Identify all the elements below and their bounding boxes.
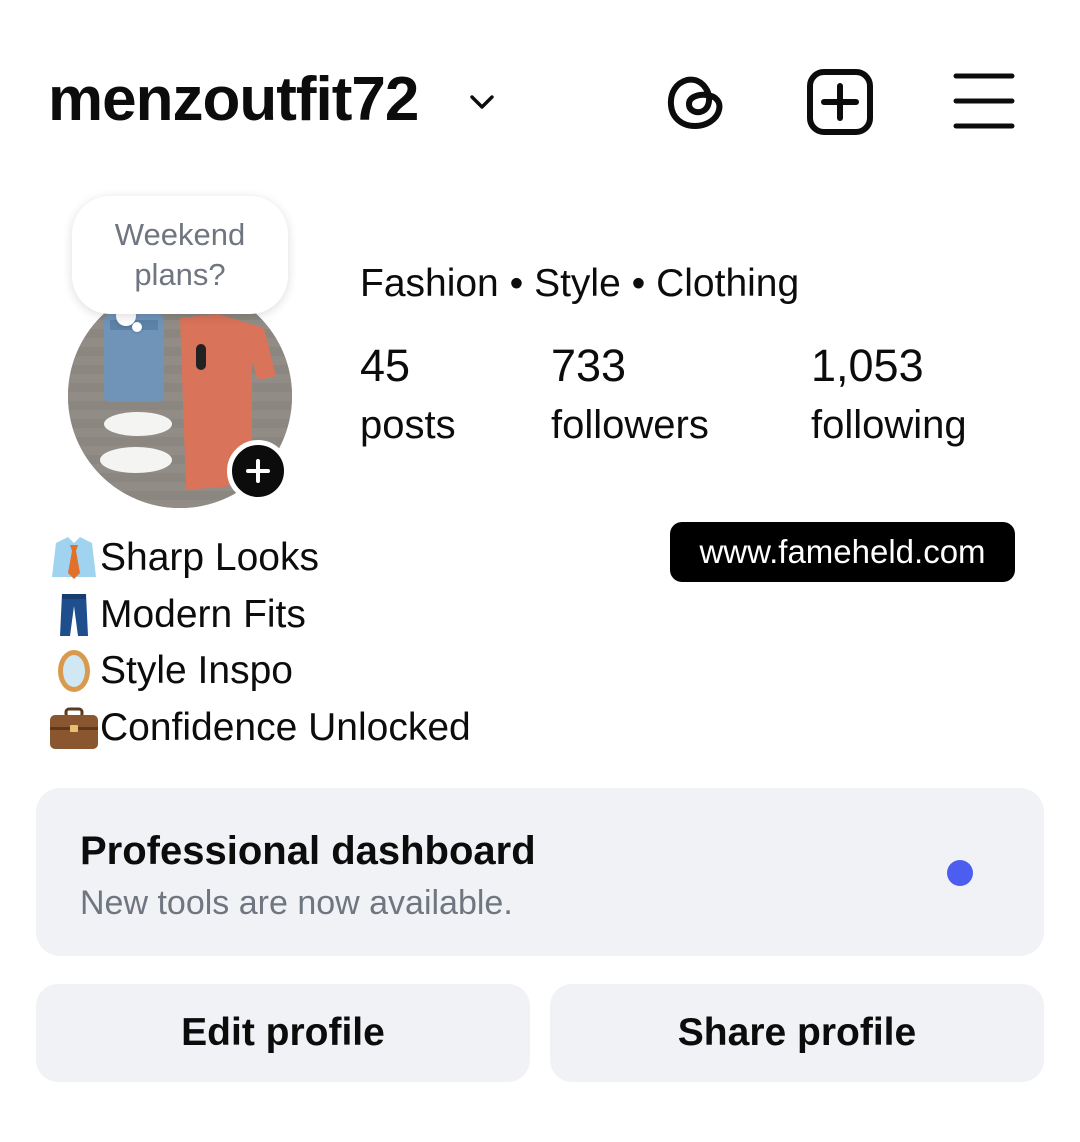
edit-profile-button[interactable]: Edit profile [36,984,530,1082]
profile-category: Fashion • Style • Clothing [360,262,800,305]
note-bubble-dot [132,322,142,332]
note-text: Weekend [114,217,246,252]
bio-line: Confidence Unlocked [48,700,471,757]
bio-text: Confidence Unlocked [100,705,471,749]
create-icon[interactable] [804,66,876,138]
stat-following[interactable]: 1,053 following [811,338,967,456]
share-profile-button[interactable]: Share profile [550,984,1044,1082]
menu-icon[interactable] [948,66,1020,138]
stat-value: 733 [551,340,627,391]
briefcase-icon [48,703,100,753]
add-story-button[interactable] [227,440,289,502]
bio-line: Sharp Looks [48,530,471,587]
bio-text: Style Inspo [100,649,293,692]
bio-line: Modern Fits [48,587,471,644]
stat-followers[interactable]: 733 followers [551,338,709,456]
jeans-icon [48,590,100,640]
dashboard-subtitle: New tools are now available. [80,884,513,922]
profile-bio: Sharp Looks Modern Fits Style Inspo Conf… [48,530,471,756]
bio-text: Sharp Looks [100,536,319,579]
plus-icon [246,459,270,483]
note-bubble[interactable]: Weekend plans? [72,196,288,314]
stat-label: posts [360,403,456,447]
profile-username[interactable]: menzoutfit72 [48,62,419,138]
stat-value: 1,053 [811,340,924,391]
professional-dashboard-card[interactable]: Professional dashboard New tools are now… [36,788,1044,956]
shirt-tie-icon [48,533,100,583]
stat-label: followers [551,403,709,447]
bio-text: Modern Fits [100,592,306,636]
threads-icon[interactable] [660,66,732,138]
dashboard-title: Professional dashboard [80,829,536,873]
stat-label: following [811,403,967,447]
chevron-down-icon[interactable] [464,84,500,120]
note-text: plans? [134,257,226,292]
mirror-icon [48,646,100,696]
profile-link[interactable]: www.fameheld.com [670,522,1015,582]
stat-posts[interactable]: 45 posts [360,338,456,456]
bio-line: Style Inspo [48,643,471,700]
notification-dot [947,860,973,886]
stat-value: 45 [360,340,411,391]
